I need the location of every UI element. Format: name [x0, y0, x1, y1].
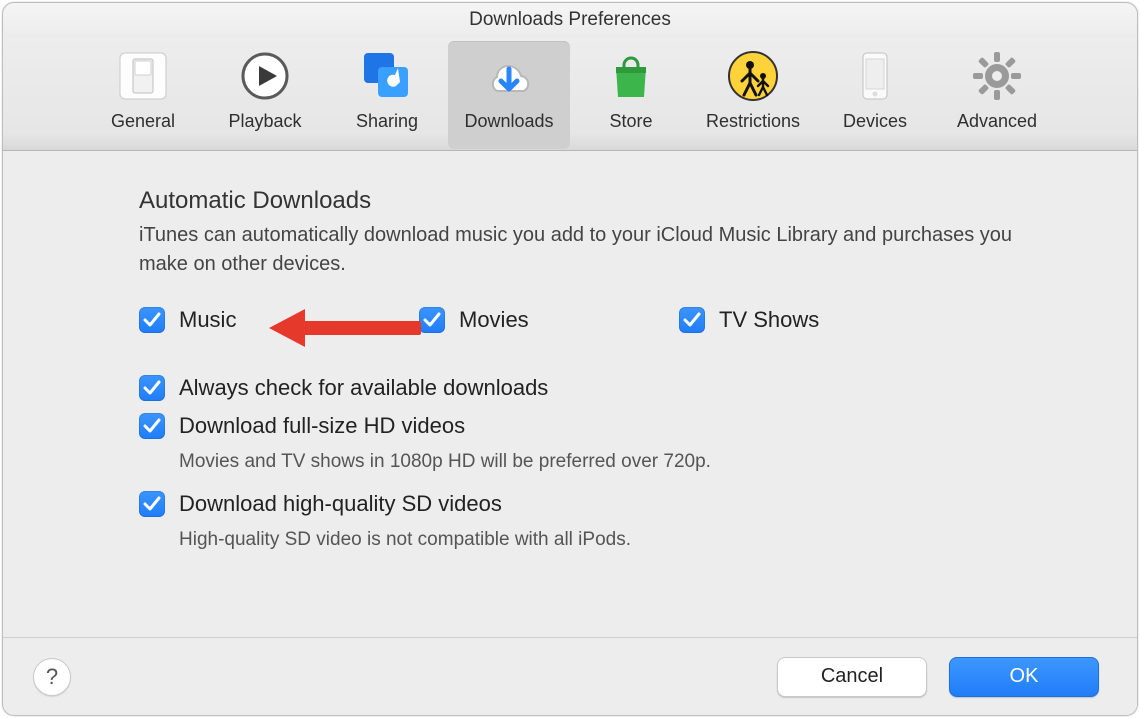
- checkbox-label: Always check for available downloads: [179, 375, 548, 401]
- help-icon: ?: [46, 664, 58, 690]
- cloud-download-icon: [480, 47, 538, 105]
- phone-icon: [846, 47, 904, 105]
- tab-label: Restrictions: [706, 111, 800, 132]
- checkbox-label: TV Shows: [719, 307, 819, 333]
- tab-label: Playback: [228, 111, 301, 132]
- tab-sharing[interactable]: Sharing: [326, 41, 448, 149]
- footer: ? Cancel OK: [3, 637, 1137, 715]
- tab-label: Advanced: [957, 111, 1037, 132]
- aux-text-hd: Movies and TV shows in 1080p HD will be …: [179, 451, 1117, 473]
- checkbox-movies[interactable]: [419, 307, 445, 333]
- checkbox-row-music: Music: [139, 307, 419, 333]
- tab-label: Downloads: [464, 111, 553, 132]
- checkbox-music[interactable]: [139, 307, 165, 333]
- content-pane: Automatic Downloads iTunes can automatic…: [3, 151, 1137, 551]
- tab-label: Sharing: [356, 111, 418, 132]
- checkbox-sd-videos[interactable]: [139, 491, 165, 517]
- button-label: Cancel: [821, 665, 883, 688]
- toolbar: General Playback Sharing: [3, 37, 1137, 151]
- shopping-bag-icon: [602, 47, 660, 105]
- section-title: Automatic Downloads: [139, 187, 1117, 215]
- play-icon: [236, 47, 294, 105]
- ok-button[interactable]: OK: [949, 657, 1099, 697]
- tab-playback[interactable]: Playback: [204, 41, 326, 149]
- checkbox-always-check[interactable]: [139, 375, 165, 401]
- checkbox-hd-videos[interactable]: [139, 413, 165, 439]
- tab-store[interactable]: Store: [570, 41, 692, 149]
- checkbox-row-always: Always check for available downloads: [139, 375, 1117, 401]
- gear-icon: [968, 47, 1026, 105]
- button-label: OK: [1010, 665, 1039, 688]
- checkbox-label: Download full-size HD videos: [179, 413, 465, 439]
- help-button[interactable]: ?: [33, 658, 71, 696]
- sharing-icon: [358, 47, 416, 105]
- cancel-button[interactable]: Cancel: [777, 657, 927, 697]
- checkbox-row-tvshows: TV Shows: [679, 307, 1117, 333]
- section-description: iTunes can automatically download music …: [139, 221, 1039, 279]
- switch-icon: [114, 47, 172, 105]
- aux-text-sd: High-quality SD video is not compatible …: [179, 529, 1117, 551]
- tab-advanced[interactable]: Advanced: [936, 41, 1058, 149]
- checkbox-tvshows[interactable]: [679, 307, 705, 333]
- checkbox-row-sd: Download high-quality SD videos: [139, 491, 1117, 517]
- checkbox-row-movies: Movies: [419, 307, 679, 333]
- parental-icon: [724, 47, 782, 105]
- tab-label: Store: [609, 111, 652, 132]
- tab-label: General: [111, 111, 175, 132]
- preferences-window: Downloads Preferences General Playback: [2, 2, 1138, 716]
- checkbox-label: Download high-quality SD videos: [179, 491, 502, 517]
- window-title: Downloads Preferences: [469, 9, 671, 31]
- tab-devices[interactable]: Devices: [814, 41, 936, 149]
- checkbox-row-hd: Download full-size HD videos: [139, 413, 1117, 439]
- tab-label: Devices: [843, 111, 907, 132]
- tab-restrictions[interactable]: Restrictions: [692, 41, 814, 149]
- checkbox-label: Music: [179, 307, 236, 333]
- checkbox-label: Movies: [459, 307, 529, 333]
- tab-general[interactable]: General: [82, 41, 204, 149]
- window-titlebar: Downloads Preferences: [3, 3, 1137, 37]
- tab-downloads[interactable]: Downloads: [448, 41, 570, 149]
